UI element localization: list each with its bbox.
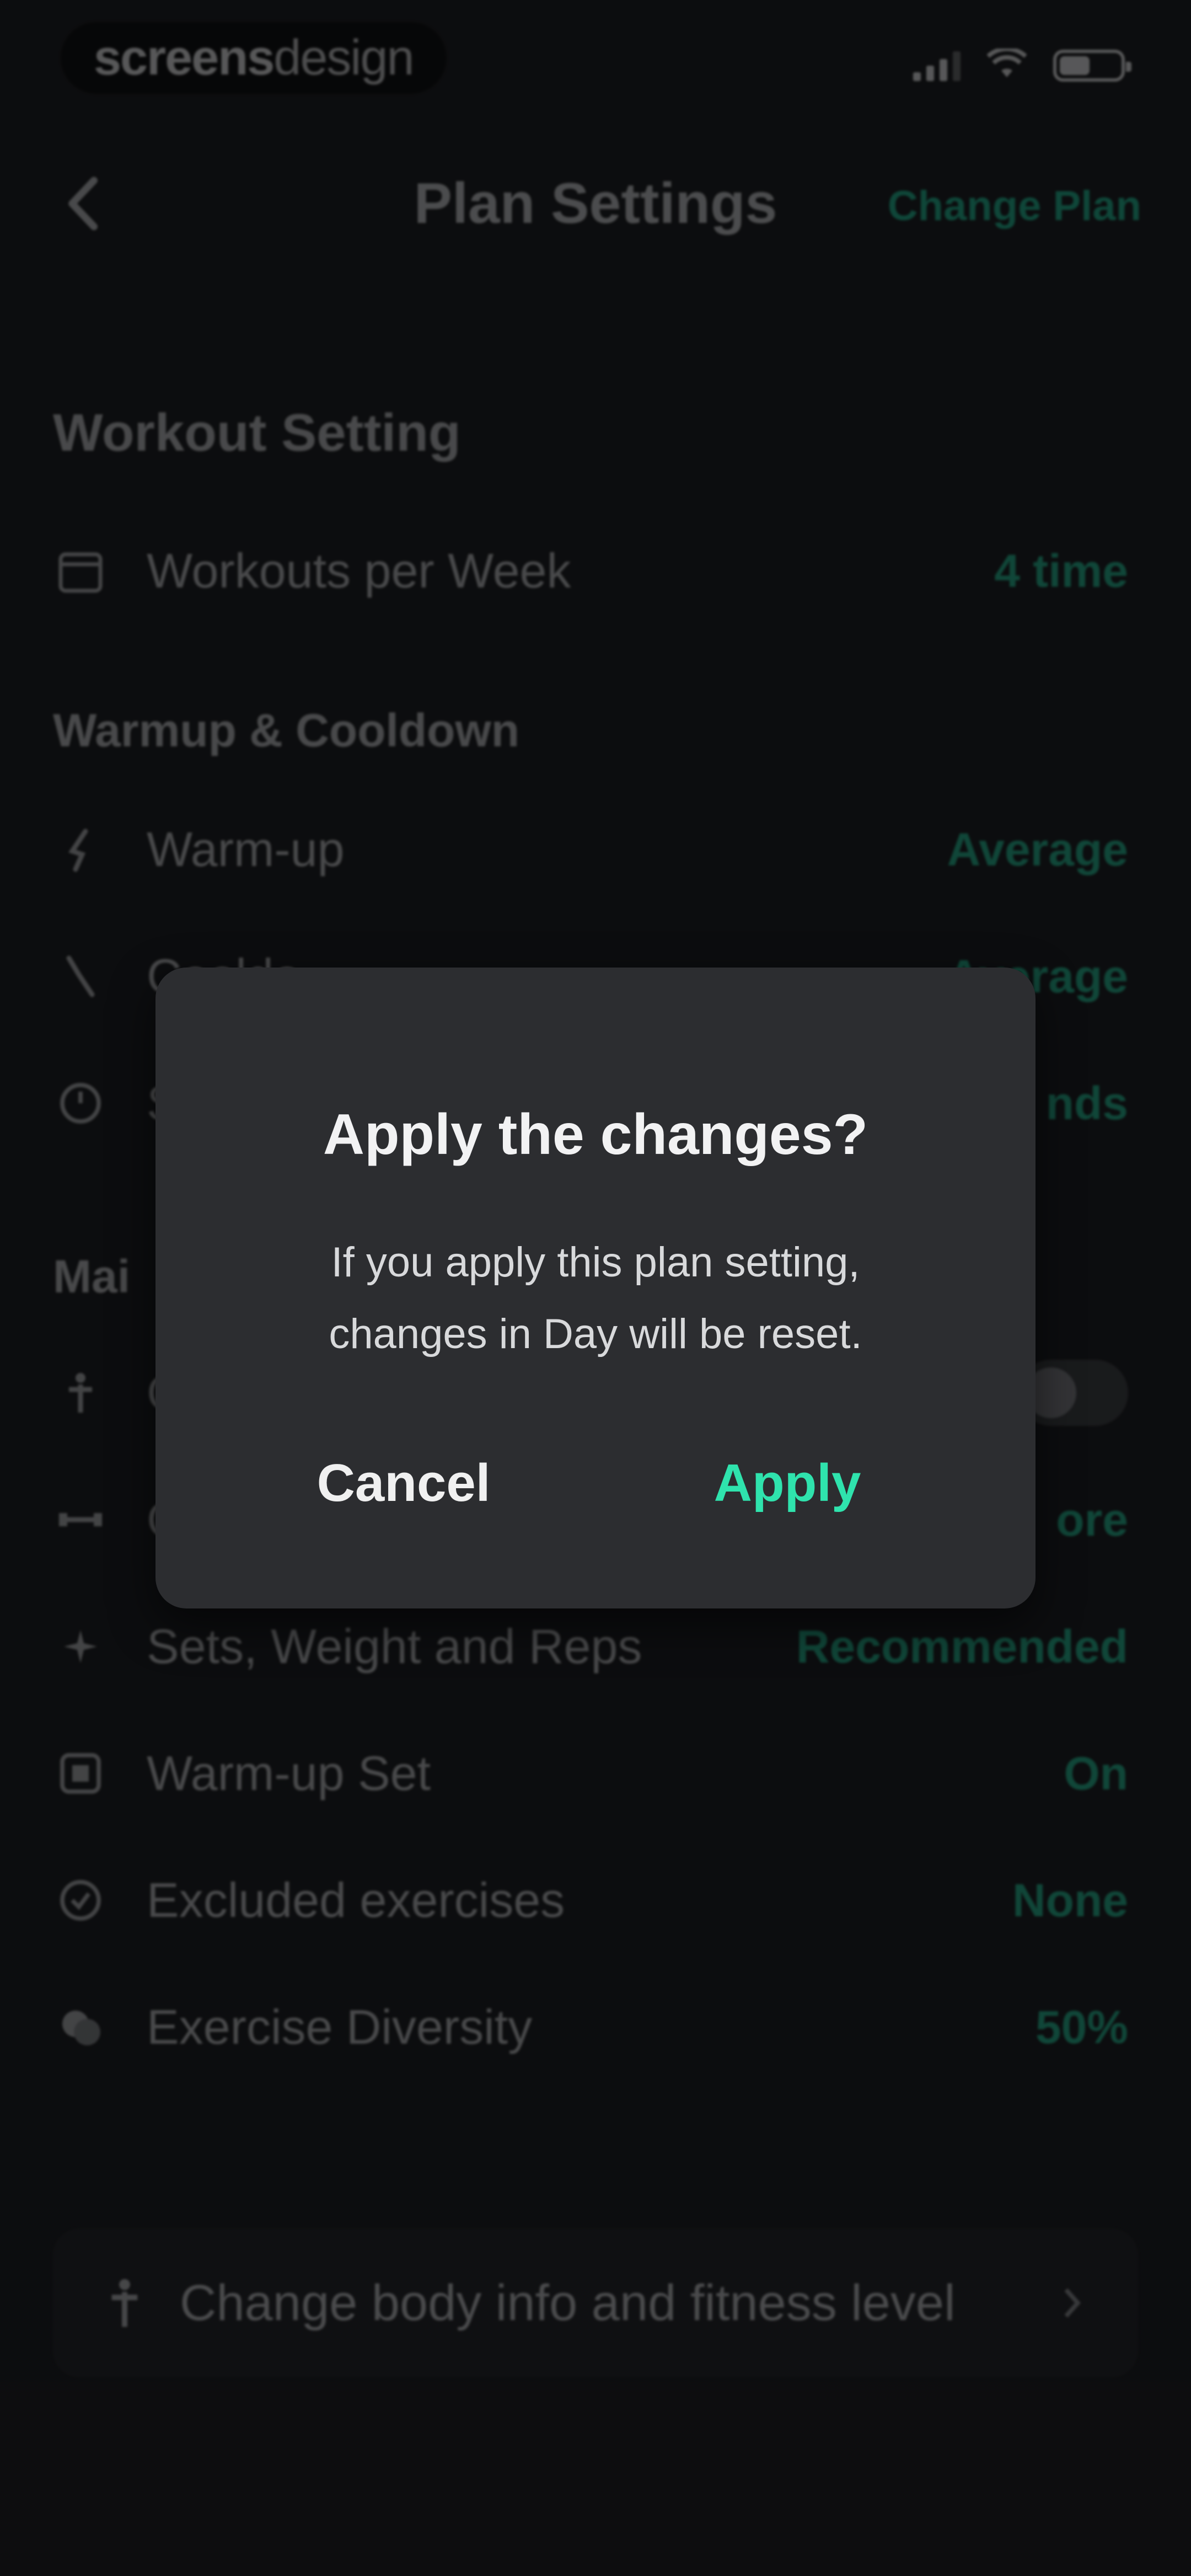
confirm-dialog: Apply the changes? If you apply this pla… bbox=[155, 968, 1036, 1608]
dialog-message: If you apply this plan setting, changes … bbox=[255, 1227, 936, 1370]
app-screen: screens design Plan Settings Change Plan… bbox=[0, 0, 1191, 2576]
dialog-message-line-1: If you apply this plan setting, bbox=[331, 1239, 860, 1286]
dialog-title: Apply the changes? bbox=[323, 1103, 868, 1167]
apply-button[interactable]: Apply bbox=[622, 1442, 953, 1525]
dialog-message-line-2: changes in Day will be reset. bbox=[329, 1311, 862, 1358]
cancel-button[interactable]: Cancel bbox=[238, 1442, 569, 1525]
